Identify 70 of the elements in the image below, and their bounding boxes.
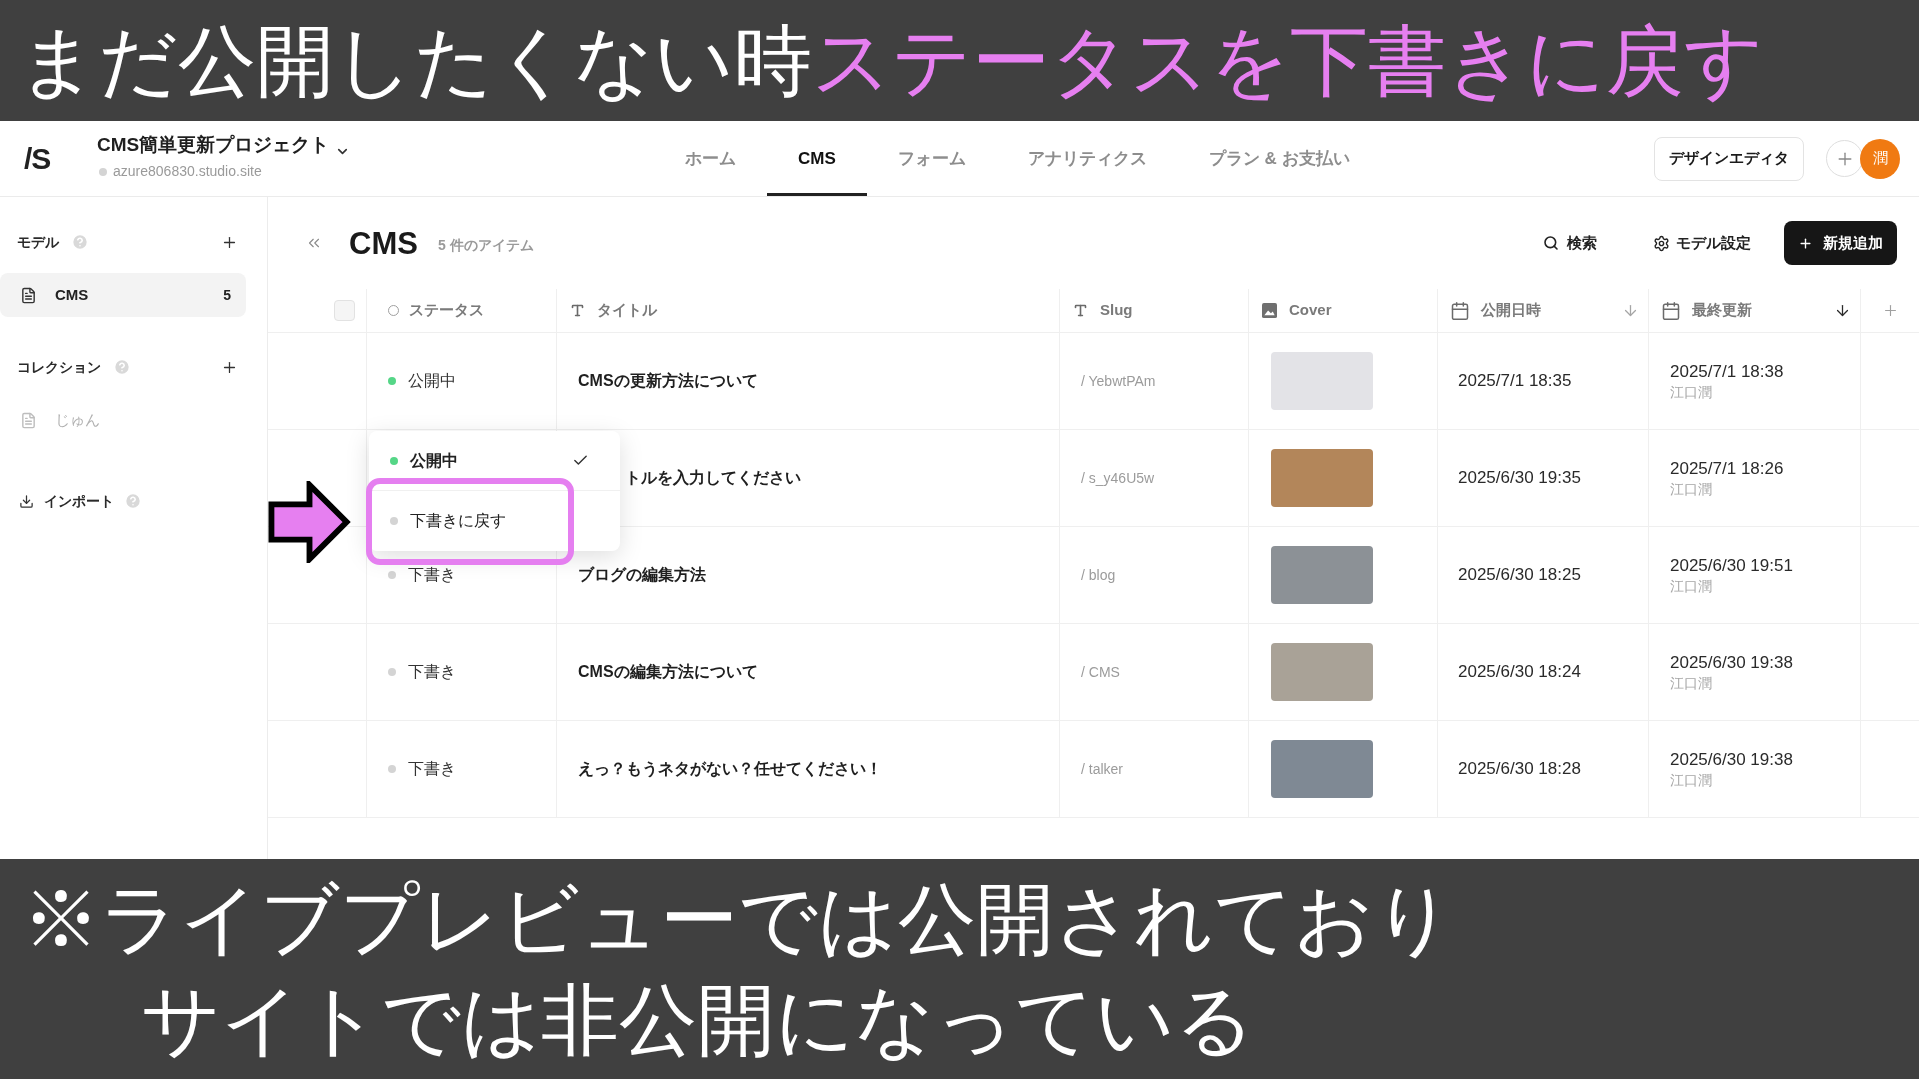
- status-label[interactable]: 下書き: [408, 563, 456, 587]
- date-text: 2025/7/1 18:35: [1458, 370, 1572, 393]
- date-text: 2025/6/30 19:35: [1458, 467, 1581, 490]
- plus-icon: [1798, 235, 1813, 251]
- editor-name: 江口潤: [1670, 382, 1713, 402]
- menu-option[interactable]: 公開中: [369, 431, 620, 491]
- document-icon: [20, 411, 37, 429]
- new-item-button[interactable]: 新規追加: [1784, 221, 1897, 265]
- slug-text: / talker: [1081, 759, 1123, 779]
- design-editor-button[interactable]: デザインエディタ: [1654, 136, 1804, 181]
- title-text[interactable]: トルを入力してください: [625, 466, 801, 490]
- help-icon[interactable]: [124, 492, 142, 510]
- help-icon[interactable]: [71, 233, 89, 251]
- date-text: 2025/6/30 18:28: [1458, 758, 1581, 781]
- menu-option[interactable]: 下書きに戻す: [369, 491, 620, 551]
- title-text[interactable]: CMSの編集方法について: [578, 660, 758, 684]
- logo[interactable]: /S: [24, 136, 97, 181]
- title-text[interactable]: えっ？もうネタがない？任せてください！: [578, 757, 882, 781]
- model-settings-button[interactable]: モデル設定: [1653, 231, 1751, 255]
- editor-name: 江口潤: [1670, 673, 1713, 693]
- column-label: 公開日時: [1481, 300, 1541, 321]
- calendar-icon: [1661, 300, 1681, 321]
- document-icon: [20, 286, 37, 304]
- caption-line: サイトでは非公開になっている: [140, 975, 1256, 1066]
- date-text: 2025/6/30 18:24: [1458, 661, 1581, 684]
- slug-text: / CMS: [1081, 662, 1120, 682]
- text-type-icon: [570, 303, 585, 318]
- date-text: 2025/6/30 19:51: [1670, 554, 1794, 576]
- slug-text: / blog: [1081, 565, 1116, 585]
- settings-icon: [1653, 234, 1670, 252]
- text-type-icon: [1073, 303, 1088, 318]
- editor-name: 江口潤: [1670, 479, 1713, 499]
- arrow-icon: [268, 481, 351, 563]
- editor-name: 江口潤: [1670, 576, 1713, 596]
- select-all-checkbox[interactable]: [334, 300, 355, 321]
- nav-tab[interactable]: CMS: [767, 121, 867, 196]
- date-text: 2025/7/1 18:26: [1670, 457, 1785, 479]
- sidebar-item[interactable]: CMS 5: [0, 273, 246, 317]
- import-link[interactable]: インポート: [44, 490, 114, 512]
- title-text[interactable]: ブログの編集方法: [578, 563, 706, 587]
- status-label[interactable]: 下書き: [408, 757, 456, 781]
- help-icon[interactable]: [113, 358, 131, 376]
- column-label: 最終更新: [1692, 300, 1752, 321]
- column-label: Slug: [1100, 300, 1133, 321]
- date-text: 2025/6/30 19:38: [1670, 748, 1794, 770]
- column-label: Cover: [1289, 300, 1332, 321]
- status-label[interactable]: 下書き: [408, 660, 456, 684]
- section-title: コレクション: [17, 357, 101, 377]
- section-title: モデル: [17, 232, 59, 252]
- item-count: 5 件のアイテム: [437, 235, 534, 255]
- page-title: CMS: [349, 227, 418, 259]
- caption-line: ※ライブプレビューでは公開されており: [22, 874, 1455, 965]
- search-button[interactable]: 検索: [1543, 231, 1597, 255]
- site-url: azure806830.studio.site: [113, 162, 262, 182]
- project-switcher[interactable]: CMS簡単更新プロジェクト: [97, 130, 351, 160]
- add-button[interactable]: [1826, 140, 1863, 177]
- status-label[interactable]: 公開中: [408, 369, 456, 393]
- editor-name: 江口潤: [1670, 770, 1713, 790]
- calendar-icon: [1450, 300, 1470, 321]
- download-icon: [19, 493, 34, 509]
- column-label: ステータス: [409, 300, 484, 321]
- title-text[interactable]: CMSの更新方法について: [578, 369, 758, 393]
- slug-text: / s_y46U5w: [1081, 468, 1155, 488]
- column-label: タイトル: [597, 300, 657, 321]
- search-icon: [1543, 235, 1559, 251]
- date-text: 2025/6/30 19:38: [1670, 651, 1794, 673]
- date-text: 2025/6/30 18:25: [1458, 564, 1581, 587]
- image-icon: [1262, 303, 1277, 318]
- slug-text: / YebwtPAm: [1081, 371, 1156, 391]
- date-text: 2025/7/1 18:38: [1670, 360, 1785, 382]
